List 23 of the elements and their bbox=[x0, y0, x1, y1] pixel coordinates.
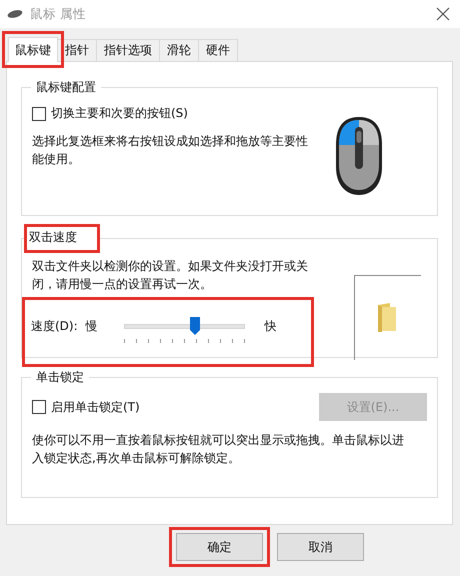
tab[interactable]: 硬件 bbox=[198, 39, 238, 61]
test-area[interactable] bbox=[354, 275, 421, 360]
slider-thumb[interactable] bbox=[189, 316, 202, 336]
window-title: 鼠标 属性 bbox=[30, 6, 86, 22]
close-icon[interactable] bbox=[436, 7, 450, 21]
description-text: 使你可以不用一直按着鼠标按钮就可以突出显示或拖拽。单击鼠标以进入锁定状态,再次单击鼠标可解除锁定。 bbox=[32, 432, 405, 467]
checkbox-label[interactable]: 启用单击锁定(T) bbox=[51, 398, 140, 416]
fast-label: 快 bbox=[264, 318, 277, 335]
slow-label: 慢 bbox=[86, 318, 98, 335]
description-text: 双击文件夹以检测你的设置。如果文件夹没打开或关闭，请用慢一点的设置再试一次。 bbox=[32, 258, 309, 293]
group-title: 单击锁定 bbox=[35, 369, 85, 386]
checkbox-label[interactable]: 切换主要和次要的按钮(S) bbox=[51, 105, 188, 122]
description-text: 选择此复选框来将右按钮设成如选择和拖放等主要性能使用。 bbox=[32, 133, 309, 168]
dialog-button[interactable]: 取消 bbox=[277, 533, 364, 561]
dialog-button[interactable]: 确定 bbox=[176, 533, 263, 561]
checkbox[interactable] bbox=[32, 106, 46, 120]
mouse-icon bbox=[333, 115, 385, 197]
speed-label: 速度(D): bbox=[31, 318, 78, 335]
speed-slider[interactable] bbox=[124, 318, 245, 346]
group-title: 双击速度 bbox=[24, 224, 100, 253]
checkbox[interactable] bbox=[32, 400, 46, 414]
group-title: 鼠标键配置 bbox=[35, 79, 97, 96]
mouse-icon bbox=[7, 9, 23, 19]
